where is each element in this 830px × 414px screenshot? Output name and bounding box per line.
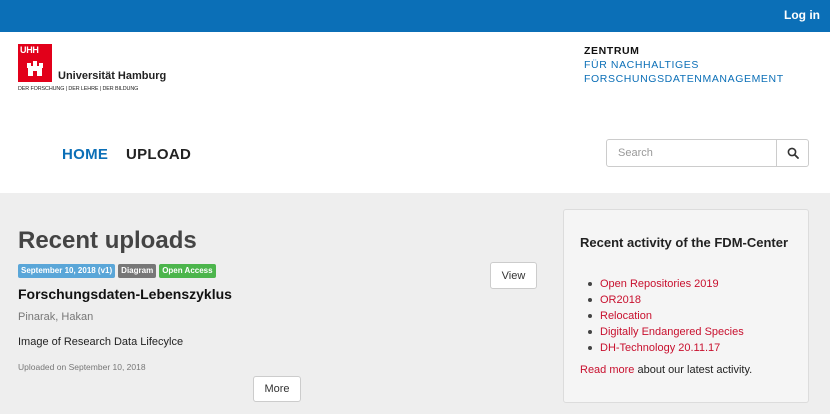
university-logo[interactable]: UHH Universität Hamburg DER FORSCHUNG | … <box>18 44 178 94</box>
activity-item[interactable]: Digitally Endangered Species <box>588 324 744 340</box>
university-name: Universität Hamburg <box>58 70 167 82</box>
fdm-center-title[interactable]: ZENTRUM FÜR NACHHALTIGES FORSCHUNGSDATEN… <box>584 44 784 86</box>
record-author: Pinarak, Hakan <box>18 311 94 323</box>
activity-item[interactable]: DH-Technology 20.11.17 <box>588 340 744 356</box>
record-upload-date: Uploaded on September 10, 2018 <box>18 362 146 372</box>
fdm-title-line-3: FORSCHUNGSDATENMANAGEMENT <box>584 73 784 85</box>
activity-item[interactable]: OR2018 <box>588 292 744 308</box>
view-button[interactable]: View <box>490 262 537 289</box>
publication-date-badge: September 10, 2018 (v1) <box>18 264 116 278</box>
activity-list: Open Repositories 2019 OR2018 Relocation… <box>588 276 744 356</box>
castle-icon <box>27 61 43 76</box>
resource-type-badge[interactable]: Diagram <box>118 264 157 278</box>
university-tagline: DER FORSCHUNG | DER LEHRE | DER BILDUNG <box>18 86 139 92</box>
read-more-line: Read more about our latest activity. <box>580 364 752 376</box>
activity-item[interactable]: Open Repositories 2019 <box>588 276 744 292</box>
read-more-link[interactable]: Read more <box>580 364 634 376</box>
fdm-title-line-2: FÜR NACHHALTIGES <box>584 59 699 71</box>
top-bar: Log in <box>0 0 830 32</box>
record-badges: September 10, 2018 (v1) Diagram Open Acc… <box>18 264 216 278</box>
more-button[interactable]: More <box>253 376 301 402</box>
read-more-text: about our latest activity. <box>637 364 753 376</box>
uhh-logo-mark: UHH <box>18 44 52 82</box>
activity-item[interactable]: Relocation <box>588 308 744 324</box>
search-button[interactable] <box>776 140 808 166</box>
search-icon <box>787 147 799 159</box>
uhh-letters: UHH <box>20 45 39 55</box>
fdm-title-line-1: ZENTRUM <box>584 45 640 57</box>
nav-home[interactable]: HOME <box>62 146 108 163</box>
search-input[interactable] <box>607 140 777 166</box>
nav-upload[interactable]: UPLOAD <box>126 146 191 163</box>
record-title-link[interactable]: Forschungsdaten-Lebenszyklus <box>18 286 232 302</box>
login-link[interactable]: Log in <box>784 8 820 22</box>
activity-panel: Recent activity of the FDM-Center Open R… <box>563 209 809 403</box>
recent-uploads-heading: Recent uploads <box>18 227 197 254</box>
activity-heading: Recent activity of the FDM-Center <box>580 235 789 250</box>
search-box <box>606 139 809 167</box>
record-description: Image of Research Data Lifecylce <box>18 336 184 348</box>
access-right-badge[interactable]: Open Access <box>159 264 216 278</box>
